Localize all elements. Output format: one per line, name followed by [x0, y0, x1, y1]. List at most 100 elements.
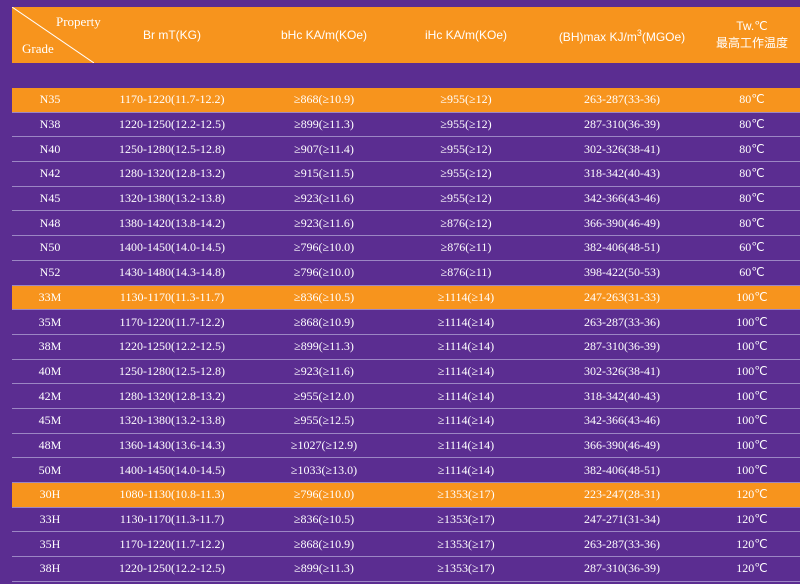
cell-grade: 38H — [39, 561, 61, 576]
table-row: 33H 1130-1170(11.3-11.7) ≥836(≥10.5) ≥1353(… — [12, 508, 800, 533]
header-bhc: bHc KA/m(KOe) — [256, 7, 392, 63]
cell-grade: N38 — [39, 117, 61, 132]
cell-grade: N52 — [39, 265, 61, 280]
cell-tw: 100℃ — [736, 314, 768, 329]
cell-tw: 60℃ — [739, 265, 765, 280]
cell-grade: N42 — [39, 166, 61, 181]
cell-tw: 120℃ — [736, 536, 768, 551]
cell-grade: 33M — [38, 289, 62, 304]
cell-bhc: ≥868(≥10.9) — [293, 92, 355, 107]
cell-br: 1170-1220(11.7-12.2) — [119, 92, 225, 107]
cell-bhc: ≥1027(≥12.9) — [290, 437, 358, 452]
cell-bhc: ≥915(≥11.5) — [294, 166, 354, 181]
table-row: 35M 1170-1220(11.7-12.2) ≥868(≥10.9) ≥1114(… — [12, 310, 800, 335]
cell-tw: 100℃ — [736, 339, 768, 354]
cell-ihc: ≥955(≥12) — [440, 141, 492, 156]
cell-tw: 80℃ — [739, 215, 765, 230]
table-row: 30H 1080-1130(10.8-11.3) ≥796(≥10.0) ≥1353(… — [12, 483, 800, 508]
cell-bhc: ≥923(≥11.6) — [294, 215, 354, 230]
cell-ihc: ≥1114(≥14) — [437, 339, 495, 354]
cell-tw: 100℃ — [736, 462, 768, 477]
header-tw-sublabel: 最高工作温度 — [715, 36, 788, 50]
cell-tw: 80℃ — [739, 191, 765, 206]
cell-ihc: ≥955(≥12) — [440, 117, 492, 132]
cell-bhmax: 287-310(36-39) — [584, 117, 660, 132]
cell-br: 1400-1450(14.0-14.5) — [119, 240, 225, 255]
cell-grade: 45M — [38, 413, 62, 428]
header-br: Br mT(KG) — [88, 7, 256, 63]
table-row: N40 1250-1280(12.5-12.8) ≥907(≥11.4) ≥955(≥… — [12, 137, 800, 163]
header-ihc: iHc KA/m(KOe) — [392, 7, 540, 63]
cell-ihc: ≥1114(≥14) — [437, 314, 495, 329]
cell-ihc: ≥955(≥12) — [440, 191, 492, 206]
cell-bhmax: 287-310(36-39) — [584, 339, 660, 354]
cell-br: 1280-1320(12.8-13.2) — [119, 388, 225, 403]
cell-bhmax: 318-342(40-43) — [584, 166, 660, 181]
cell-br: 1400-1450(14.0-14.5) — [119, 462, 225, 477]
cell-ihc: ≥1353(≥17) — [437, 536, 495, 551]
cell-br: 1080-1130(10.8-11.3) — [119, 487, 225, 502]
table-row: N45 1320-1380(13.2-13.8) ≥923(≥11.6) ≥955(≥… — [12, 187, 800, 212]
table-row: 48M 1360-1430(13.6-14.3) ≥1027(≥12.9) ≥1114… — [12, 434, 800, 459]
header-bhc-label: bHc KA/m(KOe) — [280, 27, 367, 42]
cell-bhc: ≥955(≥12.5) — [293, 413, 355, 428]
cell-tw: 100℃ — [736, 413, 768, 428]
cell-bhmax: 318-342(40-43) — [584, 388, 660, 403]
cell-br: 1280-1320(12.8-13.2) — [119, 166, 225, 181]
cell-bhc: ≥836(≥10.5) — [293, 512, 355, 527]
cell-br: 1430-1480(14.3-14.8) — [119, 265, 225, 280]
table-row: 33M 1130-1170(11.3-11.7) ≥836(≥10.5) ≥1114(… — [12, 285, 800, 311]
cell-br: 1220-1250(12.2-12.5) — [119, 339, 225, 354]
cell-ihc: ≥876(≥11) — [440, 265, 492, 280]
cell-grade: N48 — [39, 215, 61, 230]
cell-bhc: ≥836(≥10.5) — [293, 289, 355, 304]
cell-bhmax: 263-287(33-36) — [584, 92, 660, 107]
cell-br: 1220-1250(12.2-12.5) — [119, 117, 225, 132]
cell-bhc: ≥796(≥10.0) — [293, 487, 355, 502]
header-grade-label: Grade — [22, 41, 54, 56]
header-ihc-label: iHc KA/m(KOe) — [424, 27, 507, 42]
cell-tw: 80℃ — [739, 92, 765, 107]
cell-br: 1380-1420(13.8-14.2) — [119, 215, 225, 230]
cell-br: 1320-1380(13.2-13.8) — [119, 413, 225, 428]
cell-ihc: ≥955(≥12) — [440, 92, 492, 107]
cell-tw: 80℃ — [739, 141, 765, 156]
spec-table-page: Property Grade Br mT(KG) bHc KA/m(KOe) i… — [0, 0, 800, 584]
cell-bhmax: 223-247(28-31) — [584, 487, 660, 502]
header-tw: Tw.℃ 最高工作温度 — [704, 7, 800, 63]
cell-bhmax: 302-326(38-41) — [584, 363, 660, 378]
cell-bhc: ≥796(≥10.0) — [293, 240, 355, 255]
cell-bhc: ≥923(≥11.6) — [294, 363, 354, 378]
cell-ihc: ≥1114(≥14) — [437, 289, 495, 304]
cell-grade: 42M — [38, 388, 62, 403]
table-row: N48 1380-1420(13.8-14.2) ≥923(≥11.6) ≥876(≥… — [12, 211, 800, 237]
cell-ihc: ≥1353(≥17) — [437, 487, 495, 502]
cell-br: 1170-1220(11.7-12.2) — [119, 536, 225, 551]
cell-grade: N50 — [39, 240, 61, 255]
cell-tw: 120℃ — [736, 487, 768, 502]
cell-tw: 80℃ — [739, 117, 765, 132]
cell-ihc: ≥1353(≥17) — [437, 512, 495, 527]
cell-bhc: ≥923(≥11.6) — [294, 191, 354, 206]
cell-bhmax: 302-326(38-41) — [584, 141, 660, 156]
cell-br: 1170-1220(11.7-12.2) — [119, 314, 225, 329]
cell-bhc: ≥796(≥10.0) — [293, 265, 355, 280]
table-row: N35 1170-1220(11.7-12.2) ≥868(≥10.9) ≥955(≥… — [12, 88, 800, 113]
cell-br: 1320-1380(13.2-13.8) — [119, 191, 225, 206]
cell-bhmax: 287-310(36-39) — [584, 561, 660, 576]
table-row: 35H 1170-1220(11.7-12.2) ≥868(≥10.9) ≥1353(… — [12, 532, 800, 558]
cell-tw: 60℃ — [739, 240, 765, 255]
cell-bhmax: 247-271(31-34) — [584, 512, 660, 527]
cell-tw: 100℃ — [736, 437, 768, 452]
header-bhmax: (BH)max KJ/m3(MGOe) — [540, 7, 704, 63]
cell-ihc: ≥1114(≥14) — [437, 388, 495, 403]
cell-bhmax: 342-366(43-46) — [584, 413, 660, 428]
cell-bhmax: 382-406(48-51) — [584, 462, 660, 477]
header-bhmax-tail: (MGOe) — [641, 29, 686, 44]
cell-ihc: ≥955(≥12) — [440, 166, 492, 181]
cell-ihc: ≥1114(≥14) — [437, 437, 495, 452]
cell-bhc: ≥1033(≥13.0) — [290, 462, 358, 477]
cell-ihc: ≥1353(≥17) — [437, 561, 495, 576]
cell-br: 1130-1170(11.3-11.7) — [119, 512, 225, 527]
cell-bhc: ≥899(≥11.3) — [294, 339, 354, 354]
